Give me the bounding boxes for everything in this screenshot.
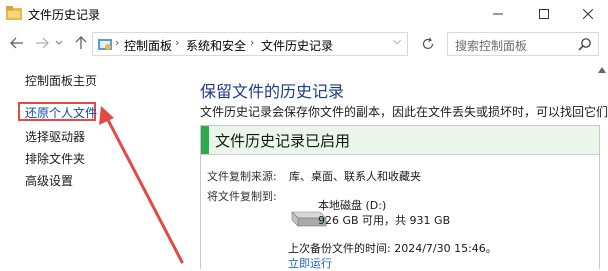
title-bar: 文件历史记录: [0, 0, 608, 28]
minimize-button[interactable]: [476, 0, 520, 28]
drive-name: 本地磁盘 (D:): [318, 199, 387, 212]
chevron-down-icon: [55, 40, 63, 45]
window-title: 文件历史记录: [28, 8, 101, 22]
breadcrumb-system-security[interactable]: 系统和安全: [186, 37, 246, 54]
refresh-icon: [422, 37, 434, 50]
close-icon: [583, 9, 593, 19]
scroll-up-icon: [598, 67, 606, 73]
control-panel-icon: [98, 39, 112, 50]
arrow-up-icon: [75, 36, 87, 49]
close-button[interactable]: [566, 0, 608, 28]
nav-advanced-settings[interactable]: 高级设置: [25, 172, 73, 189]
breadcrumb-separator: ›: [250, 36, 255, 49]
page-description: 文件历史记录会保存你文件的副本，因此在文件丢失或损坏时，可以找回它们。: [200, 105, 608, 119]
refresh-button[interactable]: [414, 32, 442, 56]
arrow-right-icon: [36, 37, 49, 49]
copy-destination-label: 将文件复制到:: [207, 190, 277, 203]
scroll-up-button[interactable]: [596, 66, 608, 78]
last-backup-time: 上次备份文件的时间: 2024/7/30 15:46。: [288, 242, 497, 255]
status-text: 文件历史记录已启用: [215, 132, 351, 150]
page-title: 保留文件的历史记录: [200, 82, 345, 101]
file-history-app-icon: [6, 6, 22, 20]
status-color-bar: [201, 126, 209, 154]
arrow-left-icon: [10, 37, 23, 49]
up-button[interactable]: [72, 36, 90, 52]
copy-source-value: 库、桌面、联系人和收藏夹: [289, 170, 421, 183]
maximize-icon: [539, 9, 549, 19]
nav-control-panel-home[interactable]: 控制面板主页: [25, 72, 97, 89]
nav-restore-personal-files[interactable]: 还原个人文件: [25, 104, 97, 121]
recent-locations-button[interactable]: [54, 36, 64, 52]
address-bar[interactable]: › 控制面板 › 系统和安全 › 文件历史记录 ⌵: [92, 32, 408, 56]
main-content: 保留文件的历史记录 文件历史记录会保存你文件的副本，因此在文件丢失或损坏时，可以…: [188, 62, 608, 270]
breadcrumb-separator: ›: [115, 36, 120, 49]
drive-space: 926 GB 可用，共 931 GB: [318, 214, 451, 227]
breadcrumb-control-panel[interactable]: 控制面板: [124, 37, 172, 54]
search-icon[interactable]: [578, 37, 592, 51]
forward-button[interactable]: [33, 36, 51, 52]
search-placeholder: 搜索控制面板: [455, 39, 528, 53]
back-button[interactable]: [8, 36, 26, 52]
minimize-icon: [493, 13, 503, 15]
nav-select-drive[interactable]: 选择驱动器: [25, 128, 85, 145]
search-box[interactable]: 搜索控制面板: [447, 32, 599, 56]
divider: [201, 154, 599, 155]
breadcrumb-file-history[interactable]: 文件历史记录: [261, 37, 333, 54]
left-navigation-pane: 控制面板主页 还原个人文件 选择驱动器 排除文件夹 高级设置: [0, 62, 188, 269]
nav-exclude-folders[interactable]: 排除文件夹: [25, 150, 85, 167]
maximize-button[interactable]: [522, 0, 566, 28]
copy-source-label: 文件复制来源:: [207, 170, 277, 183]
chevron-down-icon[interactable]: ⌵: [393, 36, 401, 47]
breadcrumb-separator: ›: [175, 36, 180, 49]
